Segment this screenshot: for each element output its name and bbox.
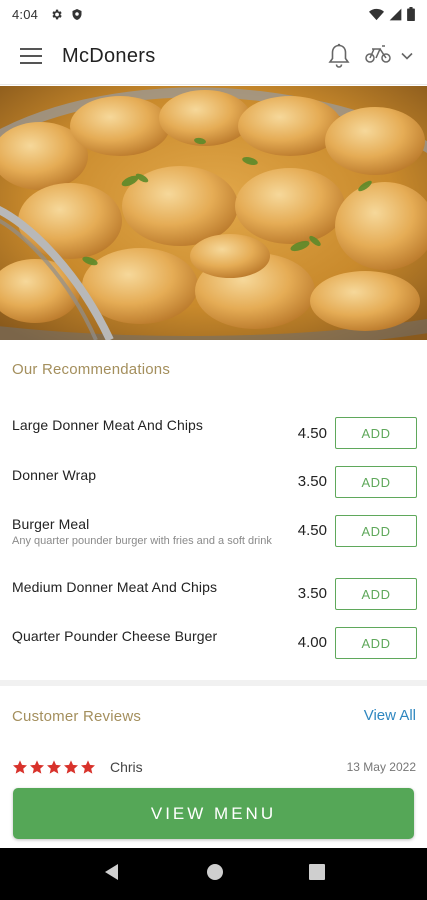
- add-button[interactable]: ADD: [335, 417, 417, 449]
- system-nav-bar: [0, 848, 427, 900]
- recommendations-title: Our Recommendations: [12, 361, 171, 378]
- star-icon: [30, 760, 44, 774]
- page-title: McDoners: [62, 44, 156, 67]
- hamburger-menu-icon[interactable]: [0, 28, 62, 85]
- review-date: 13 May 2022: [346, 760, 416, 774]
- view-all-link[interactable]: View All: [364, 707, 416, 724]
- reviewer-name: Chris: [110, 759, 143, 775]
- wifi-icon: [369, 8, 384, 21]
- bell-icon[interactable]: [327, 43, 351, 69]
- signal-icon: [389, 8, 402, 21]
- add-button[interactable]: ADD: [335, 466, 417, 498]
- item-price: 4.50: [297, 425, 327, 442]
- gear-icon: [50, 8, 63, 21]
- shield-icon: [71, 8, 83, 21]
- review-item: Chris 13 May 2022: [12, 757, 416, 777]
- star-icon: [81, 760, 95, 774]
- add-button[interactable]: ADD: [335, 578, 417, 610]
- reviews-title: Customer Reviews: [12, 708, 142, 725]
- item-price: 3.50: [297, 585, 327, 602]
- chevron-down-icon: [401, 47, 413, 65]
- item-name: Donner Wrap: [12, 467, 97, 483]
- star-rating: [12, 759, 96, 775]
- star-icon: [64, 760, 78, 774]
- recents-icon[interactable]: [308, 863, 325, 885]
- item-name: Burger Meal: [12, 516, 90, 532]
- item-name: Medium Donner Meat And Chips: [12, 579, 218, 595]
- hero-food-image: [0, 86, 427, 340]
- delivery-mode-selector[interactable]: [365, 44, 413, 69]
- view-menu-button[interactable]: VIEW MENU: [13, 788, 414, 839]
- item-price: 4.00: [297, 634, 327, 651]
- battery-icon: [407, 7, 415, 21]
- item-price: 4.50: [297, 522, 327, 539]
- star-icon: [13, 760, 27, 774]
- app-bar: McDoners: [0, 28, 427, 85]
- back-icon[interactable]: [103, 863, 121, 886]
- status-bar: 4:04: [0, 0, 427, 28]
- status-time: 4:04: [12, 6, 39, 22]
- item-description: Any quarter pounder burger with fries an…: [12, 535, 272, 547]
- reviews-section: Customer Reviews View All Chris 13 May 2…: [0, 686, 427, 786]
- item-price: 3.50: [297, 473, 327, 490]
- item-name: Large Donner Meat And Chips: [12, 417, 204, 433]
- add-button[interactable]: ADD: [335, 515, 417, 547]
- star-icon: [47, 760, 61, 774]
- item-name: Quarter Pounder Cheese Burger: [12, 628, 218, 644]
- home-icon[interactable]: [206, 863, 224, 886]
- add-button[interactable]: ADD: [335, 627, 417, 659]
- recommendations-section: Our Recommendations Large Donner Meat An…: [0, 340, 427, 680]
- bikes-icon: [365, 44, 391, 69]
